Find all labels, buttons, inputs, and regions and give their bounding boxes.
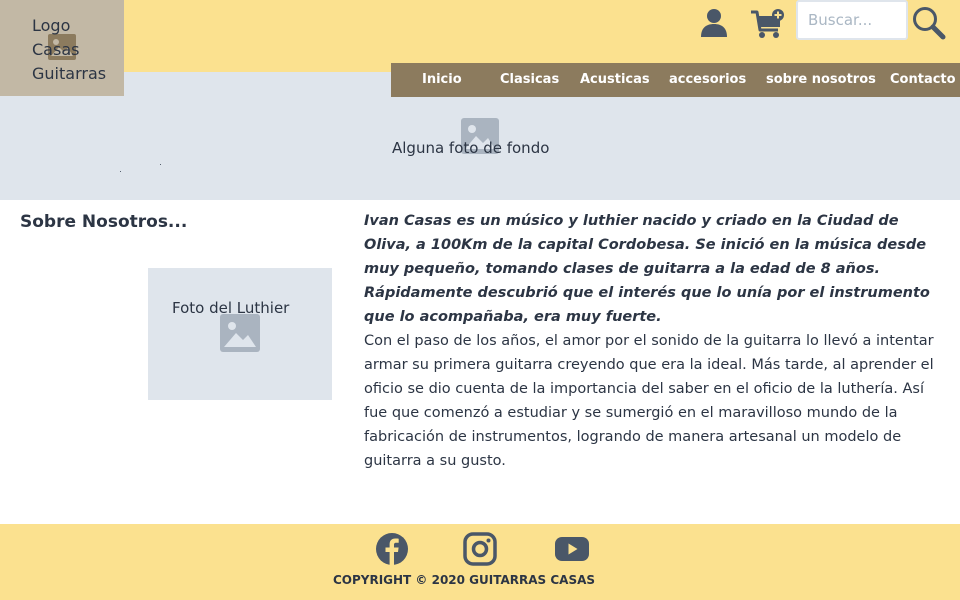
nav-item-acusticas[interactable]: Acusticas	[580, 63, 650, 97]
nav-item-inicio[interactable]: Inicio	[422, 63, 462, 97]
site-logo[interactable]: Logo Casas Guitarras	[0, 0, 124, 96]
hero-caption: Alguna foto de fondo	[392, 139, 550, 157]
copyright-text: COPYRIGHT © 2020 GUITARRAS CASAS	[332, 573, 596, 587]
decorative-dot	[120, 171, 121, 172]
nav-item-contacto[interactable]: Contacto	[890, 63, 956, 97]
youtube-icon[interactable]	[555, 535, 589, 569]
nav-item-clasicas[interactable]: Clasicas	[500, 63, 559, 97]
site-header	[0, 0, 960, 72]
about-title: Sobre Nosotros...	[20, 212, 188, 232]
user-icon[interactable]	[700, 8, 728, 38]
about-text: Ivan Casas es un músico y luthier nacido…	[364, 209, 950, 473]
magnifier-icon[interactable]	[912, 6, 946, 40]
about-body-paragraph: Con el paso de los años, el amor por el …	[364, 333, 934, 469]
nav-item-sobre-nosotros[interactable]: sobre nosotros	[766, 63, 876, 97]
instagram-icon[interactable]	[463, 532, 497, 566]
nav-item-accesorios[interactable]: accesorios	[669, 63, 746, 97]
facebook-icon[interactable]	[375, 532, 409, 566]
decorative-dot	[160, 164, 161, 165]
logo-text: Logo Casas Guitarras	[32, 16, 107, 83]
luthier-photo: Foto del Luthier	[148, 268, 332, 400]
cart-add-icon[interactable]	[750, 8, 786, 40]
about-lead-paragraph: Ivan Casas es un músico y luthier nacido…	[364, 213, 930, 325]
main-nav: Inicio Clasicas Acusticas accesorios sob…	[391, 63, 960, 97]
site-footer: COPYRIGHT © 2020 GUITARRAS CASAS	[0, 524, 960, 600]
search-input[interactable]	[796, 0, 908, 40]
image-placeholder-icon	[220, 314, 260, 352]
